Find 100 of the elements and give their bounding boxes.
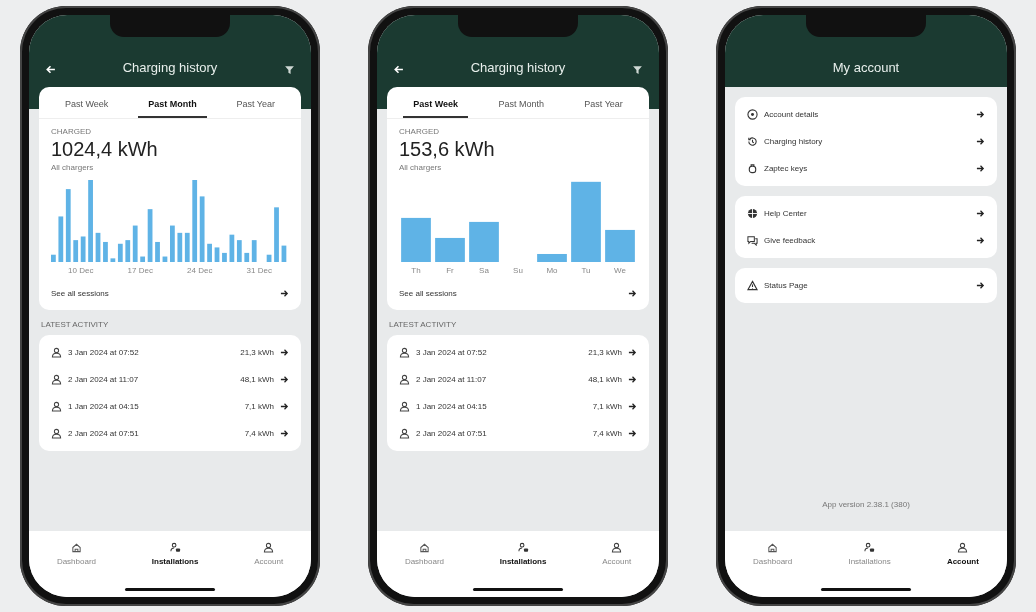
period-tab[interactable]: Past Month [488,97,554,118]
chart-bar [266,254,272,262]
chart-bar [222,252,227,262]
chart-bar [103,241,108,262]
charger-user-icon [169,542,181,553]
tab-bar-item[interactable]: Account [248,541,290,567]
arrow-right-icon [628,289,637,298]
charger-scope: All chargers [51,163,94,172]
menu-item[interactable]: Give feedback [735,227,997,254]
back-arrow-icon[interactable] [45,64,56,75]
chart-bar [281,245,287,262]
arrow-right-icon [628,429,637,438]
tab-bar-item[interactable]: Dashboard [50,541,102,567]
arrow-right-icon [628,348,637,357]
screen-title: Charging history [469,60,567,75]
user-icon [611,542,623,553]
see-all-sessions-link[interactable]: See all sessions [39,277,301,310]
filter-icon[interactable] [284,64,295,75]
session-row[interactable]: 3 Jan 2024 at 07:52 21,3 kWh [39,339,301,366]
charged-total: 1024,4 kWh [51,138,158,161]
user-icon [263,542,275,553]
user-icon [51,428,62,439]
chart-bar [155,241,160,262]
chart-bar [274,207,279,262]
chart-bar [401,217,431,262]
session-row[interactable]: 2 Jan 2024 at 07:51 7,4 kWh [387,420,649,447]
menu-item[interactable]: Status Page [735,272,997,299]
menu-item[interactable]: Zaptec keys [735,155,997,182]
warning-icon [747,280,758,291]
session-row[interactable]: 2 Jan 2024 at 11:07 48,1 kWh [39,366,301,393]
chart-bar [214,247,220,262]
session-row[interactable]: 2 Jan 2024 at 11:07 48,1 kWh [387,366,649,393]
period-tab[interactable]: Past Year [226,97,286,118]
chart-bar [95,232,101,262]
charger-scope: All chargers [399,163,442,172]
tab-bar-item[interactable]: Dashboard [398,541,450,567]
arrow-right-icon [976,164,985,173]
axis-label: 10 Dec [68,266,94,275]
chart-bar [170,225,175,262]
arrow-right-icon [280,429,289,438]
menu-item[interactable]: Help Center [735,200,997,227]
screen-title: My account [831,60,901,75]
tab-bar-item[interactable]: Dashboard [747,541,799,567]
period-tab[interactable]: Past Week [54,97,119,118]
home-icon [767,542,779,553]
charger-user-icon [517,542,529,553]
tab-bar-item[interactable]: Installations [493,541,553,567]
period-tab[interactable]: Past Year [574,97,633,118]
axis-label: Mo [545,266,559,275]
axis-label: Th [410,266,422,275]
axis-label: Tu [580,266,592,275]
session-row[interactable]: 2 Jan 2024 at 07:51 7,4 kWh [39,420,301,447]
tab-bar-item[interactable]: Installations [145,541,205,567]
axis-label: Su [512,266,524,275]
chart-bar [605,229,635,262]
see-all-sessions-link[interactable]: See all sessions [387,277,649,310]
globe-icon [747,208,758,219]
id-icon [747,109,758,120]
arrow-right-icon [628,375,637,384]
menu-item[interactable]: Charging history [735,128,997,155]
chart-bar [51,254,56,262]
session-row[interactable]: 3 Jan 2024 at 07:52 21,3 kWh [387,339,649,366]
tab-bar-item[interactable]: Account [596,541,638,567]
user-icon [399,347,410,358]
chart-bar [435,237,465,262]
tab-bar-item[interactable]: Account [940,541,985,567]
app-version: App version 2.38.1 (380) [821,500,911,511]
history-icon [747,136,758,147]
user-icon [399,428,410,439]
axis-label: Sa [478,266,490,275]
user-icon [51,401,62,412]
filter-icon[interactable] [632,64,643,75]
arrow-right-icon [976,209,985,218]
period-tab[interactable]: Past Week [403,97,469,118]
menu-item[interactable]: Account details [735,101,997,128]
chart-bar [537,254,567,262]
period-tab[interactable]: Past Month [138,97,207,118]
arrow-right-icon [280,375,289,384]
charger-user-icon [864,542,876,553]
chat-icon [747,235,758,246]
chart-bar [469,221,499,262]
home-icon [418,542,430,553]
tab-bar-item[interactable]: Installations [842,541,897,567]
screen-title: Charging history [121,60,219,75]
session-row[interactable]: 1 Jan 2024 at 04:15 7,1 kWh [387,393,649,420]
chart-bar [162,256,168,262]
axis-label: Fr [445,266,455,275]
back-arrow-icon[interactable] [393,64,404,75]
summary-label: CHARGED [51,127,91,136]
user-icon [51,374,62,385]
charged-total: 153,6 kWh [399,138,495,161]
user-icon [51,347,62,358]
user-icon [399,401,410,412]
summary-label: CHARGED [399,127,439,136]
section-heading: LATEST ACTIVITY [388,319,458,329]
axis-label: 31 Dec [246,266,272,275]
arrow-right-icon [976,236,985,245]
session-row[interactable]: 1 Jan 2024 at 04:15 7,1 kWh [39,393,301,420]
arrow-right-icon [976,281,985,290]
user-icon [957,542,969,553]
